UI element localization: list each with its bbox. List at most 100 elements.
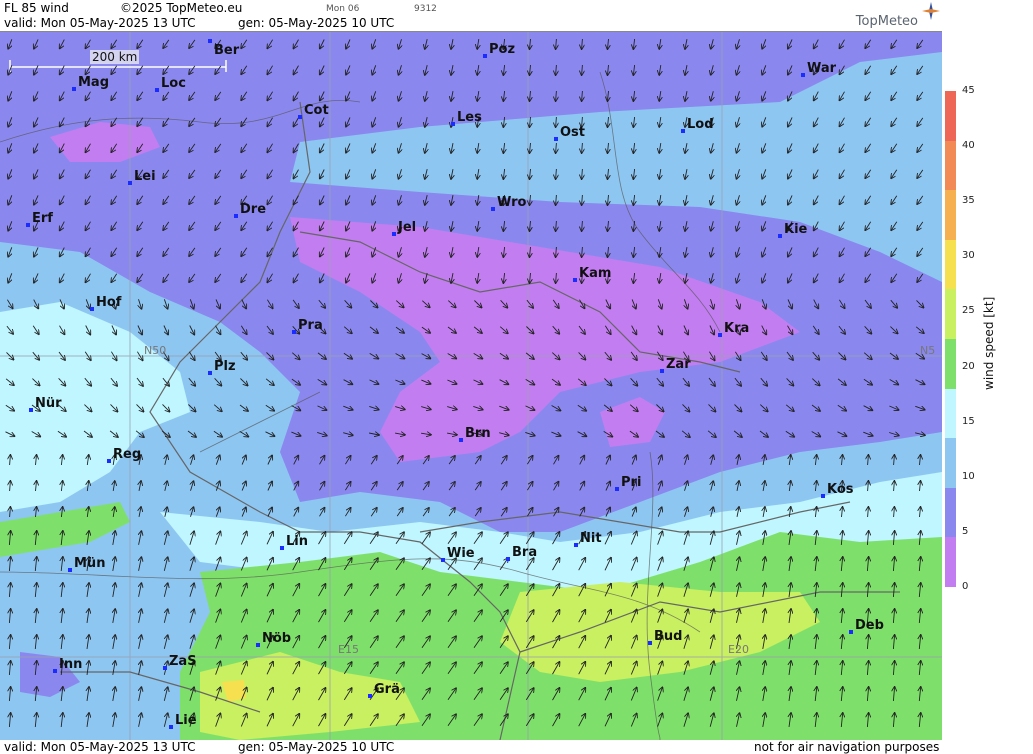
city-marker (256, 643, 260, 647)
city-marker (208, 371, 212, 375)
city-label: Lod (687, 117, 714, 132)
wind-speed-legend: 45 40 35 30 25 20 15 10 5 0 wind speed [kt] (942, 0, 1033, 754)
city-marker (392, 232, 396, 236)
legend-color-bar (945, 91, 956, 588)
city-marker (280, 546, 284, 550)
wind-map[interactable]: 200 km N50 N5 E15 E20 Ber Poz War Mag Loc Cot… (0, 32, 942, 740)
grid-label-e20: E20 (728, 643, 749, 656)
day-tab-mon06[interactable]: Mon 06 (326, 4, 359, 14)
city-label: Grä (374, 682, 400, 697)
city-marker (615, 487, 619, 491)
city-marker (491, 207, 495, 211)
code-label: 9312 (414, 4, 437, 14)
grid-label-e15: E15 (338, 643, 359, 656)
city-marker (718, 333, 722, 337)
legend-segment (945, 91, 956, 142)
legend-segment (945, 487, 956, 538)
city-label: Bra (512, 545, 538, 560)
city-marker (648, 641, 652, 645)
valid-time: valid: Mon 05-May-2025 13 UTC (4, 16, 196, 30)
city-marker (821, 494, 825, 498)
city-marker (292, 330, 296, 334)
city-label: Ost (560, 125, 586, 140)
city-label: Brn (465, 426, 491, 441)
city-marker (801, 73, 805, 77)
legend-tick-label: 5 (962, 525, 969, 537)
city-marker (368, 694, 372, 698)
city-label: War (807, 61, 837, 76)
city-marker (554, 137, 558, 141)
map-footer: valid: Mon 05-May-2025 13 UTC gen: 05-Ma… (0, 740, 942, 754)
city-label: Wro (497, 195, 527, 210)
legend-tick-label: 15 (962, 415, 975, 427)
city-marker (107, 459, 111, 463)
city-label: Deb (855, 618, 884, 633)
legend-segment (945, 140, 956, 191)
city-marker (459, 438, 463, 442)
legend-tick-label: 30 (962, 250, 975, 262)
city-label: Bud (654, 629, 683, 644)
city-label: Wie (447, 546, 475, 561)
city-label: Plz (214, 359, 236, 374)
legend-segment (945, 388, 956, 439)
city-marker (169, 725, 173, 729)
city-marker (574, 543, 578, 547)
city-label: ZaS (169, 654, 197, 669)
city-label: Mün (74, 556, 106, 571)
city-label: Ber (214, 43, 240, 58)
city-label: Lei (134, 169, 156, 184)
city-label: Hof (96, 295, 122, 310)
city-label: Pri (621, 475, 642, 490)
legend-segment (945, 190, 956, 241)
city-label: Cot (304, 103, 329, 118)
city-marker (208, 39, 212, 43)
city-marker (53, 669, 57, 673)
legend-segment (945, 239, 956, 290)
city-marker (483, 54, 487, 58)
city-label: Nür (35, 396, 62, 411)
legend-segment (945, 438, 956, 489)
legend-tick-label: 20 (962, 360, 975, 372)
legend-tick-label: 40 (962, 140, 975, 152)
city-label: Lie (175, 713, 197, 728)
city-marker (849, 630, 853, 634)
city-label: Zar (666, 357, 691, 372)
city-marker (660, 369, 664, 373)
city-label: Pra (298, 318, 323, 333)
city-label: Kam (579, 266, 612, 281)
legend-title: wind speed [kt] (982, 296, 996, 390)
city-marker (234, 214, 238, 218)
city-marker (68, 568, 72, 572)
grid-label-n50-right: N5 (920, 344, 936, 357)
legend-tick-label: 35 (962, 195, 975, 207)
city-label: Nöb (262, 631, 292, 646)
city-label: Kos (827, 482, 854, 497)
city-marker (26, 223, 30, 227)
city-label: Jel (398, 220, 417, 235)
grid-label-n50-left: N50 (144, 344, 167, 357)
legend-segment (945, 289, 956, 340)
city-label: Reg (113, 447, 142, 462)
map-header: FL 85 wind ©2025 TopMeteo.eu Mon 06 9312… (0, 0, 942, 32)
city-marker (90, 307, 94, 311)
city-label: Lin (286, 534, 308, 549)
city-marker (506, 557, 510, 561)
product-title: FL 85 wind (4, 1, 69, 15)
footer-valid-time: valid: Mon 05-May-2025 13 UTC (4, 740, 196, 754)
legend-tick-label: 10 (962, 470, 975, 482)
city-marker (573, 278, 577, 282)
copyright-text: ©2025 TopMeteo.eu (120, 1, 243, 15)
legend-tick-label: 25 (962, 305, 975, 317)
generated-time: gen: 05-May-2025 10 UTC (238, 16, 395, 30)
city-marker (29, 408, 33, 412)
city-marker (298, 115, 302, 119)
compass-logo-icon (922, 2, 940, 20)
wind-field-svg (0, 32, 942, 740)
city-label: Nit (580, 531, 602, 546)
city-marker (778, 234, 782, 238)
footer-generated-time: gen: 05-May-2025 10 UTC (238, 740, 395, 754)
city-marker (163, 666, 167, 670)
city-marker (155, 88, 159, 92)
footer-disclaimer: not for air navigation purposes (754, 740, 940, 754)
city-label: Loc (161, 76, 186, 91)
